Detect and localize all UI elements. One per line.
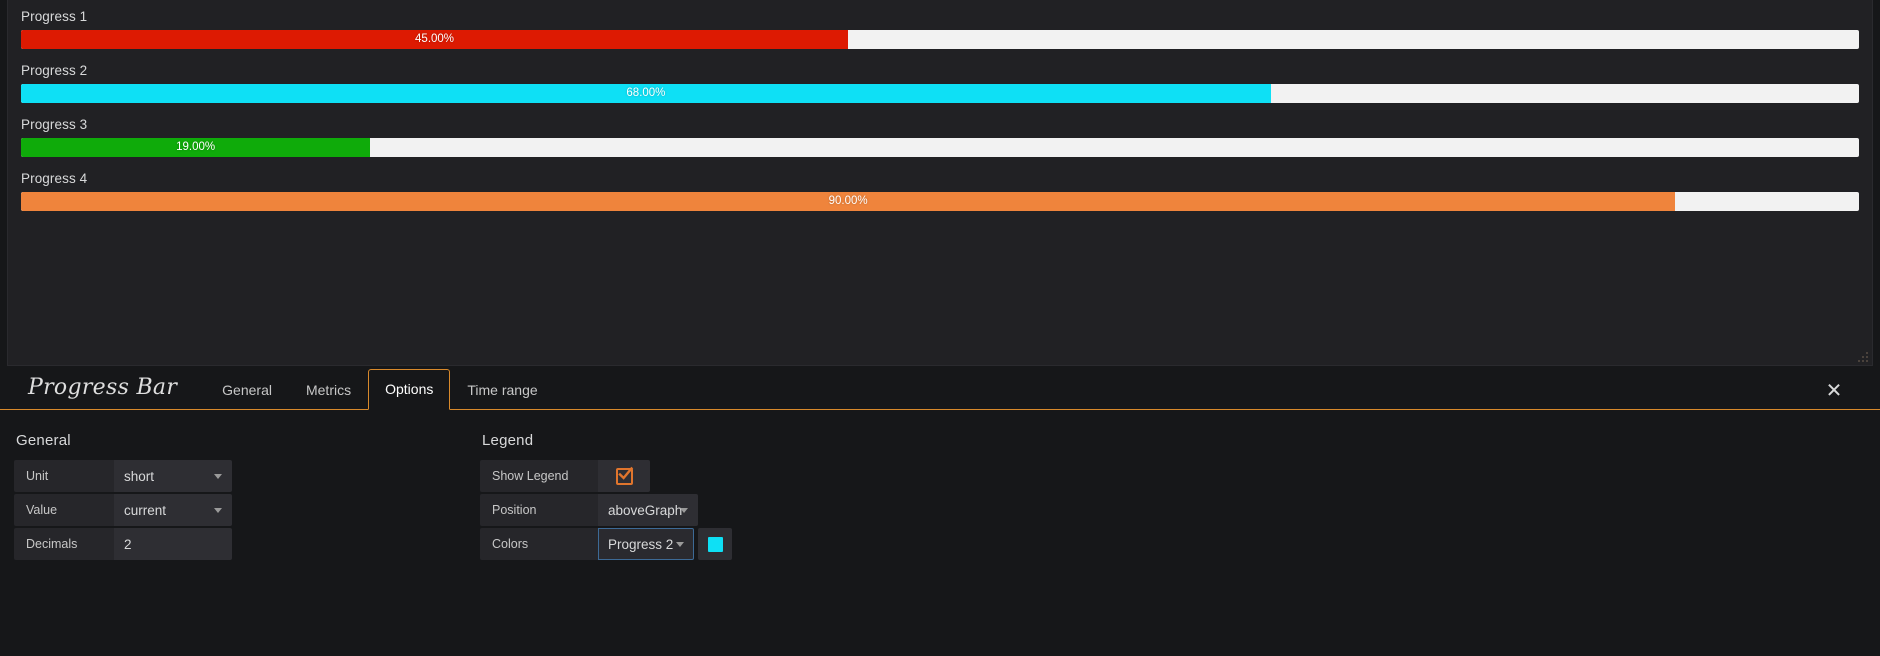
progress-row: Progress 3 19.00% bbox=[21, 116, 1859, 157]
tab-options[interactable]: Options bbox=[368, 369, 451, 410]
progress-track: 45.00% bbox=[21, 30, 1859, 49]
tab-general[interactable]: General bbox=[205, 373, 289, 410]
decimals-value: 2 bbox=[124, 536, 132, 552]
decimals-label: Decimals bbox=[14, 528, 114, 560]
form-row-show-legend: Show Legend bbox=[480, 460, 732, 492]
position-select[interactable]: aboveGraph bbox=[598, 494, 698, 526]
progress-fill bbox=[21, 30, 849, 49]
check-icon bbox=[617, 466, 633, 480]
progress-row: Progress 4 90.00% bbox=[21, 170, 1859, 211]
chevron-down-icon bbox=[214, 474, 222, 479]
progress-fill bbox=[21, 84, 1271, 103]
value-label: Value bbox=[14, 494, 114, 526]
section-general: General Unit short Value current Decimal… bbox=[0, 432, 232, 562]
unit-value: short bbox=[124, 468, 155, 484]
form-row-position: Position aboveGraph bbox=[480, 494, 732, 526]
colors-series-value: Progress 2 bbox=[608, 536, 674, 552]
value-value: current bbox=[124, 502, 167, 518]
editor-tab-bar: Progress Bar General Metrics Options Tim… bbox=[0, 368, 1880, 410]
progress-bar-panel: Progress 1 45.00% Progress 2 68.00% Prog… bbox=[7, 0, 1873, 366]
section-legend: Legend Show Legend Position aboveGraph C… bbox=[232, 432, 732, 562]
form-row-unit: Unit short bbox=[14, 460, 232, 492]
form-row-value: Value current bbox=[14, 494, 232, 526]
position-label: Position bbox=[480, 494, 598, 526]
editor-title: Progress Bar bbox=[28, 375, 178, 400]
progress-row: Progress 1 45.00% bbox=[21, 8, 1859, 49]
unit-select[interactable]: short bbox=[114, 460, 232, 492]
show-legend-checkbox[interactable] bbox=[598, 460, 650, 492]
section-general-title: General bbox=[16, 432, 71, 449]
progress-track: 19.00% bbox=[21, 138, 1859, 157]
close-icon[interactable] bbox=[1826, 381, 1842, 397]
progress-bar-list: Progress 1 45.00% Progress 2 68.00% Prog… bbox=[8, 0, 1872, 211]
resize-grip-icon[interactable] bbox=[1857, 350, 1869, 362]
colors-label: Colors bbox=[480, 528, 598, 560]
progress-track: 90.00% bbox=[21, 192, 1859, 211]
color-swatch-button[interactable] bbox=[698, 528, 732, 560]
progress-fill bbox=[21, 138, 371, 157]
progress-label: Progress 4 bbox=[21, 171, 88, 186]
section-legend-title: Legend bbox=[482, 432, 534, 449]
show-legend-label: Show Legend bbox=[480, 460, 598, 492]
progress-row: Progress 2 68.00% bbox=[21, 62, 1859, 103]
chevron-down-icon bbox=[214, 508, 222, 513]
progress-label: Progress 2 bbox=[21, 63, 88, 78]
chevron-down-icon bbox=[680, 508, 688, 513]
editor-options-body: General Unit short Value current Decimal… bbox=[0, 410, 1880, 562]
progress-track: 68.00% bbox=[21, 84, 1859, 103]
position-value: aboveGraph bbox=[608, 502, 683, 518]
progress-fill bbox=[21, 192, 1676, 211]
editor-tabs: General Metrics Options Time range bbox=[205, 368, 554, 410]
value-select[interactable]: current bbox=[114, 494, 232, 526]
tab-metrics[interactable]: Metrics bbox=[289, 373, 368, 410]
form-row-decimals: Decimals 2 bbox=[14, 528, 232, 560]
tab-time-range[interactable]: Time range bbox=[450, 373, 554, 410]
colors-series-select[interactable]: Progress 2 bbox=[598, 528, 694, 560]
unit-label: Unit bbox=[14, 460, 114, 492]
color-swatch bbox=[707, 536, 723, 552]
chevron-down-icon bbox=[676, 542, 684, 547]
form-row-colors: Colors Progress 2 bbox=[480, 528, 732, 560]
checkbox-box bbox=[615, 466, 633, 485]
progress-label: Progress 3 bbox=[21, 117, 88, 132]
decimals-input[interactable]: 2 bbox=[114, 528, 232, 560]
panel-editor: Progress Bar General Metrics Options Tim… bbox=[0, 368, 1880, 656]
progress-label: Progress 1 bbox=[21, 9, 88, 24]
